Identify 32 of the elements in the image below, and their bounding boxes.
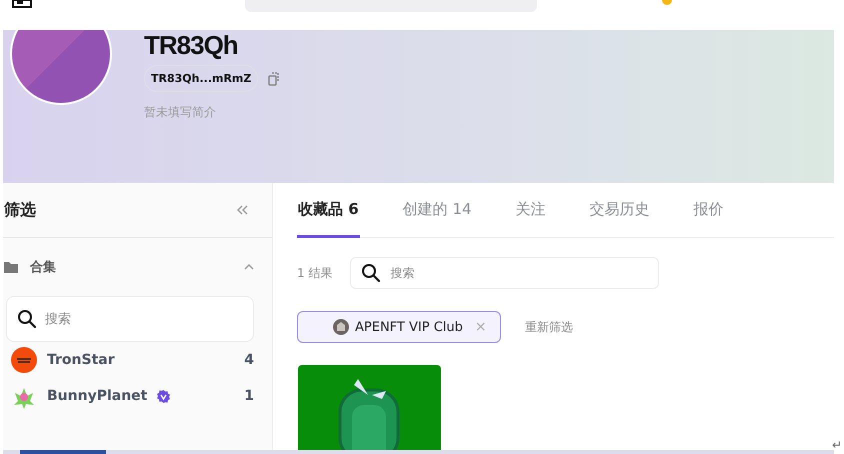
tab[interactable]: 交易历史 bbox=[588, 183, 651, 238]
search-field[interactable]: 搜索 bbox=[350, 257, 660, 289]
collection-name[interactable]: BunnyPlanet bbox=[47, 388, 148, 404]
search-icon bbox=[17, 309, 37, 329]
search-field[interactable]: 搜索 bbox=[6, 296, 254, 342]
collection-name[interactable]: TronStar bbox=[47, 352, 115, 368]
search-icon bbox=[361, 263, 382, 283]
address-chip[interactable]: TR83Qh...mRmZ bbox=[144, 65, 258, 92]
collection-avatar bbox=[333, 319, 349, 335]
coin-icon bbox=[662, 0, 672, 5]
copy-icon[interactable] bbox=[268, 72, 280, 86]
remove-button[interactable]: × bbox=[474, 319, 487, 335]
logo-icon[interactable] bbox=[12, 0, 32, 8]
chevron-icon[interactable] bbox=[244, 264, 254, 270]
profile-name: TR83Qh bbox=[144, 30, 238, 62]
collapse-icon[interactable] bbox=[236, 205, 248, 215]
tab[interactable]: 创建的 14 bbox=[402, 183, 473, 238]
filter-title: 筛选 bbox=[4, 200, 36, 220]
collection-count: 4 bbox=[244, 352, 254, 368]
tab[interactable]: 收藏品 6 bbox=[297, 183, 360, 238]
tab[interactable]: 报价 bbox=[692, 183, 725, 238]
result-count: 1 结果 bbox=[297, 264, 332, 282]
section-label[interactable]: 合集 bbox=[30, 258, 232, 276]
folder-icon bbox=[4, 262, 18, 272]
scrollbar-thumb[interactable] bbox=[20, 450, 106, 454]
reset-filter-link[interactable]: 重新筛选 bbox=[525, 318, 573, 336]
collection-avatar bbox=[11, 347, 37, 373]
filter-chip[interactable]: APENFT VIP Club × bbox=[297, 311, 501, 343]
tab[interactable]: 关注 bbox=[514, 183, 547, 238]
collection-count: 1 bbox=[244, 388, 254, 404]
return-mark: ↵ bbox=[832, 438, 842, 452]
profile-bio: 暂未填写简介 bbox=[144, 104, 216, 122]
